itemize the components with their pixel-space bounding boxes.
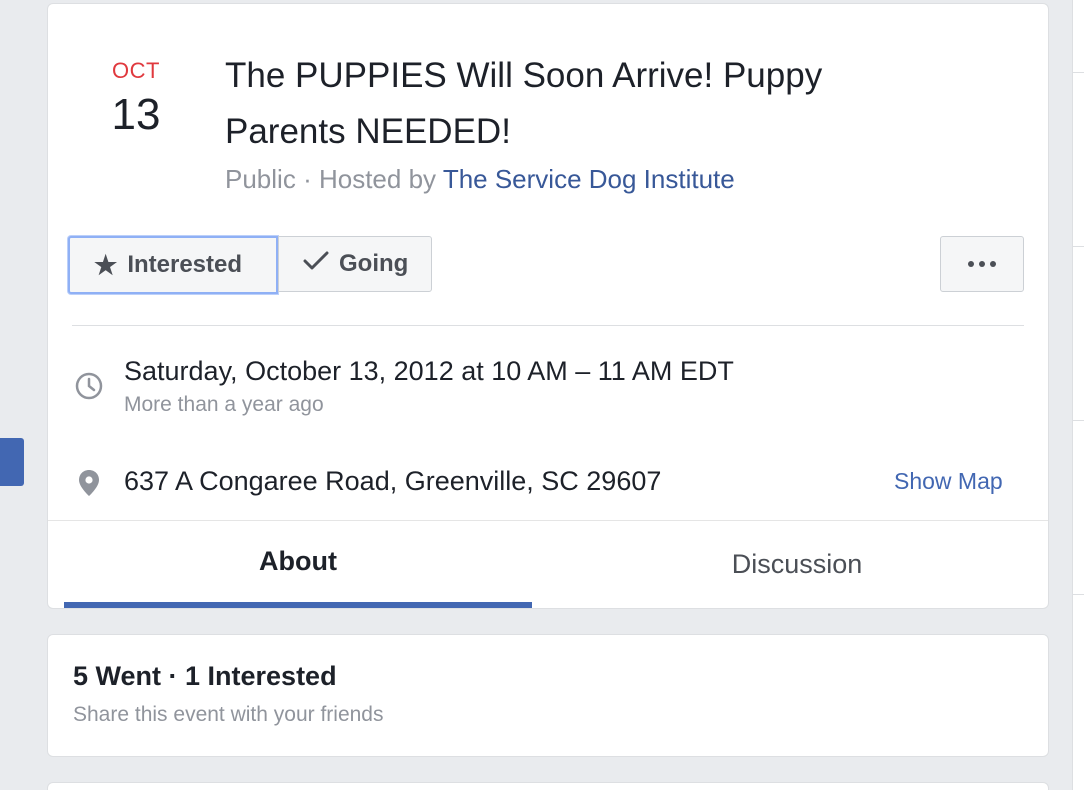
- event-header-card: OCT 13 The PUPPIES Will Soon Arrive! Pup…: [47, 3, 1049, 609]
- event-date-month: OCT: [112, 58, 160, 83]
- right-column-divider: [1073, 594, 1084, 595]
- interested-button[interactable]: ★ Interested: [68, 236, 278, 294]
- rsvp-button-group: ★ Interested Going: [68, 236, 432, 294]
- event-privacy: Public: [225, 164, 296, 194]
- show-map-link[interactable]: Show Map: [894, 468, 1003, 495]
- going-button[interactable]: Going: [278, 236, 432, 292]
- event-datetime: Saturday, October 13, 2012 at 10 AM – 11…: [124, 356, 734, 386]
- checkmark-icon: [303, 250, 329, 279]
- going-label: Going: [339, 250, 409, 277]
- event-title: The PUPPIES Will Soon Arrive! Puppy Pare…: [225, 56, 823, 151]
- left-side-tab[interactable]: [0, 438, 24, 486]
- tab-discussion[interactable]: Discussion: [548, 520, 1046, 608]
- interested-label: Interested: [127, 251, 243, 278]
- right-column-divider: [1073, 72, 1084, 73]
- hosted-by-label: Hosted by: [318, 164, 437, 194]
- header-divider: [72, 325, 1024, 326]
- attendance-card: 5 Went · 1 Interested Share this event w…: [47, 634, 1049, 757]
- event-address: 637 A Congaree Road, Greenville, SC 2960…: [124, 466, 662, 496]
- next-card: [47, 782, 1049, 790]
- clock-icon: [74, 371, 104, 406]
- star-icon: ★: [94, 250, 118, 280]
- event-date-day: 13: [111, 90, 161, 139]
- tab-about[interactable]: About: [64, 520, 532, 608]
- event-relative-time: More than a year ago: [124, 393, 324, 416]
- ellipsis-icon: [967, 255, 997, 273]
- right-column-card: [1072, 0, 1084, 790]
- right-column-divider: [1073, 246, 1084, 247]
- subtitle-separator: ·: [303, 164, 312, 194]
- right-column-divider: [1073, 420, 1084, 421]
- event-host-link[interactable]: The Service Dog Institute: [443, 164, 735, 194]
- attendance-summary[interactable]: 5 Went · 1 Interested: [73, 661, 337, 692]
- event-subtitle: Public · Hosted by The Service Dog Insti…: [225, 164, 735, 195]
- more-options-button[interactable]: [940, 236, 1024, 292]
- location-pin-icon: [78, 469, 100, 502]
- share-prompt: Share this event with your friends: [73, 703, 384, 726]
